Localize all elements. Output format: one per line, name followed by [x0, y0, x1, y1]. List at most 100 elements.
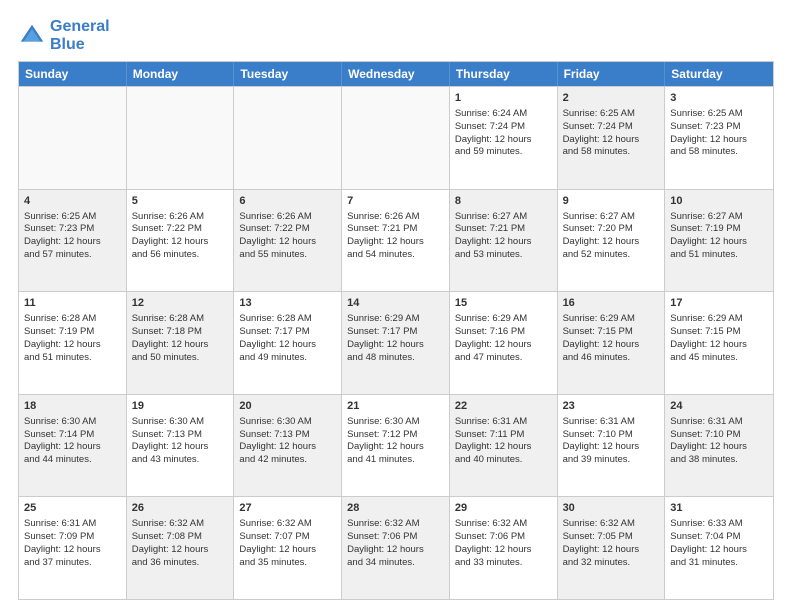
cell-info: Sunrise: 6:30 AM Sunset: 7:12 PM Dayligh…	[347, 416, 444, 467]
calendar-cell: 28 Sunrise: 6:32 AM Sunset: 7:06 PM Dayli…	[342, 497, 450, 599]
calendar-cell: 6Sunrise: 6:26 AM Sunset: 7:22 PM Daylig…	[234, 190, 342, 292]
cell-info: Sunrise: 6:32 AM Sunset: 7:06 PM Dayligh…	[347, 518, 444, 569]
cell-info: Sunrise: 6:29 AM Sunset: 7:15 PM Dayligh…	[670, 313, 768, 364]
weekday-header: Thursday	[450, 62, 558, 86]
cell-info: Sunrise: 6:24 AM Sunset: 7:24 PM Dayligh…	[455, 108, 552, 159]
calendar-cell: 24 Sunrise: 6:31 AM Sunset: 7:10 PM Dayli…	[665, 395, 773, 497]
day-number: 12	[132, 296, 229, 311]
calendar-cell: 2Sunrise: 6:25 AM Sunset: 7:24 PM Daylig…	[558, 87, 666, 189]
calendar-cell: 23Sunrise: 6:31 AM Sunset: 7:10 PM Dayli…	[558, 395, 666, 497]
cell-info: Sunrise: 6:26 AM Sunset: 7:22 PM Dayligh…	[132, 211, 229, 262]
day-number: 15	[455, 296, 552, 311]
day-number: 11	[24, 296, 121, 311]
calendar-cell: 7 Sunrise: 6:26 AM Sunset: 7:21 PM Daylig…	[342, 190, 450, 292]
calendar-cell: 10Sunrise: 6:27 AM Sunset: 7:19 PM Dayli…	[665, 190, 773, 292]
cell-info: Sunrise: 6:32 AM Sunset: 7:05 PM Dayligh…	[563, 518, 660, 569]
cell-info: Sunrise: 6:30 AM Sunset: 7:13 PM Dayligh…	[239, 416, 336, 467]
logo: General Blue	[18, 18, 110, 53]
calendar-cell: 5 Sunrise: 6:26 AM Sunset: 7:22 PM Daylig…	[127, 190, 235, 292]
calendar-cell: 15 Sunrise: 6:29 AM Sunset: 7:16 PM Dayli…	[450, 292, 558, 394]
day-number: 18	[24, 399, 121, 414]
cell-info: Sunrise: 6:31 AM Sunset: 7:09 PM Dayligh…	[24, 518, 121, 569]
calendar-cell: 30 Sunrise: 6:32 AM Sunset: 7:05 PM Dayli…	[558, 497, 666, 599]
day-number: 22	[455, 399, 552, 414]
cell-info: Sunrise: 6:25 AM Sunset: 7:23 PM Dayligh…	[670, 108, 768, 159]
calendar-cell: 1 Sunrise: 6:24 AM Sunset: 7:24 PM Daylig…	[450, 87, 558, 189]
calendar-cell: 11 Sunrise: 6:28 AM Sunset: 7:19 PM Dayli…	[19, 292, 127, 394]
day-number: 17	[670, 296, 768, 311]
day-number: 1	[455, 91, 552, 106]
day-number: 28	[347, 501, 444, 516]
calendar-cell: 8 Sunrise: 6:27 AM Sunset: 7:21 PM Daylig…	[450, 190, 558, 292]
weekday-header: Sunday	[19, 62, 127, 86]
calendar-cell: 19 Sunrise: 6:30 AM Sunset: 7:13 PM Dayli…	[127, 395, 235, 497]
day-number: 5	[132, 194, 229, 209]
day-number: 30	[563, 501, 660, 516]
cell-info: Sunrise: 6:27 AM Sunset: 7:20 PM Dayligh…	[563, 211, 660, 262]
cell-info: Sunrise: 6:30 AM Sunset: 7:14 PM Dayligh…	[24, 416, 121, 467]
calendar-cell: 9 Sunrise: 6:27 AM Sunset: 7:20 PM Daylig…	[558, 190, 666, 292]
day-number: 20	[239, 399, 336, 414]
cell-info: Sunrise: 6:32 AM Sunset: 7:07 PM Dayligh…	[239, 518, 336, 569]
day-number: 21	[347, 399, 444, 414]
day-number: 2	[563, 91, 660, 106]
weekday-header: Saturday	[665, 62, 773, 86]
cell-info: Sunrise: 6:33 AM Sunset: 7:04 PM Dayligh…	[670, 518, 768, 569]
calendar-cell	[234, 87, 342, 189]
day-number: 24	[670, 399, 768, 414]
calendar-cell: 27 Sunrise: 6:32 AM Sunset: 7:07 PM Dayli…	[234, 497, 342, 599]
calendar-cell: 17 Sunrise: 6:29 AM Sunset: 7:15 PM Dayli…	[665, 292, 773, 394]
day-number: 3	[670, 91, 768, 106]
day-number: 19	[132, 399, 229, 414]
calendar-row: 18 Sunrise: 6:30 AM Sunset: 7:14 PM Dayli…	[19, 394, 773, 497]
day-number: 27	[239, 501, 336, 516]
calendar-row: 25 Sunrise: 6:31 AM Sunset: 7:09 PM Dayli…	[19, 496, 773, 599]
logo-text: General Blue	[50, 18, 110, 53]
calendar-cell: 25 Sunrise: 6:31 AM Sunset: 7:09 PM Dayli…	[19, 497, 127, 599]
day-number: 16	[563, 296, 660, 311]
calendar-cell: 14Sunrise: 6:29 AM Sunset: 7:17 PM Dayli…	[342, 292, 450, 394]
cell-info: Sunrise: 6:25 AM Sunset: 7:23 PM Dayligh…	[24, 211, 121, 262]
cell-info: Sunrise: 6:28 AM Sunset: 7:18 PM Dayligh…	[132, 313, 229, 364]
cell-info: Sunrise: 6:30 AM Sunset: 7:13 PM Dayligh…	[132, 416, 229, 467]
header: General Blue	[18, 18, 774, 53]
cell-info: Sunrise: 6:26 AM Sunset: 7:21 PM Dayligh…	[347, 211, 444, 262]
day-number: 26	[132, 501, 229, 516]
calendar-cell: 31Sunrise: 6:33 AM Sunset: 7:04 PM Dayli…	[665, 497, 773, 599]
cell-info: Sunrise: 6:28 AM Sunset: 7:19 PM Dayligh…	[24, 313, 121, 364]
calendar-cell: 21 Sunrise: 6:30 AM Sunset: 7:12 PM Dayli…	[342, 395, 450, 497]
day-number: 13	[239, 296, 336, 311]
calendar-cell: 18 Sunrise: 6:30 AM Sunset: 7:14 PM Dayli…	[19, 395, 127, 497]
weekday-header: Tuesday	[234, 62, 342, 86]
day-number: 8	[455, 194, 552, 209]
calendar-header: SundayMondayTuesdayWednesdayThursdayFrid…	[19, 62, 773, 86]
day-number: 25	[24, 501, 121, 516]
calendar-cell	[342, 87, 450, 189]
day-number: 7	[347, 194, 444, 209]
weekday-header: Friday	[558, 62, 666, 86]
calendar-cell: 3 Sunrise: 6:25 AM Sunset: 7:23 PM Daylig…	[665, 87, 773, 189]
day-number: 9	[563, 194, 660, 209]
cell-info: Sunrise: 6:28 AM Sunset: 7:17 PM Dayligh…	[239, 313, 336, 364]
day-number: 29	[455, 501, 552, 516]
cell-info: Sunrise: 6:32 AM Sunset: 7:08 PM Dayligh…	[132, 518, 229, 569]
calendar-cell: 29 Sunrise: 6:32 AM Sunset: 7:06 PM Dayli…	[450, 497, 558, 599]
weekday-header: Wednesday	[342, 62, 450, 86]
day-number: 14	[347, 296, 444, 311]
cell-info: Sunrise: 6:31 AM Sunset: 7:10 PM Dayligh…	[563, 416, 660, 467]
weekday-header: Monday	[127, 62, 235, 86]
calendar: SundayMondayTuesdayWednesdayThursdayFrid…	[18, 61, 774, 600]
cell-info: Sunrise: 6:32 AM Sunset: 7:06 PM Dayligh…	[455, 518, 552, 569]
calendar-cell: 20 Sunrise: 6:30 AM Sunset: 7:13 PM Dayli…	[234, 395, 342, 497]
cell-info: Sunrise: 6:29 AM Sunset: 7:16 PM Dayligh…	[455, 313, 552, 364]
logo-icon	[18, 22, 46, 50]
day-number: 6	[239, 194, 336, 209]
calendar-cell	[127, 87, 235, 189]
cell-info: Sunrise: 6:27 AM Sunset: 7:21 PM Dayligh…	[455, 211, 552, 262]
day-number: 10	[670, 194, 768, 209]
cell-info: Sunrise: 6:31 AM Sunset: 7:10 PM Dayligh…	[670, 416, 768, 467]
calendar-row: 1 Sunrise: 6:24 AM Sunset: 7:24 PM Daylig…	[19, 86, 773, 189]
calendar-cell: 13 Sunrise: 6:28 AM Sunset: 7:17 PM Dayli…	[234, 292, 342, 394]
calendar-cell: 16Sunrise: 6:29 AM Sunset: 7:15 PM Dayli…	[558, 292, 666, 394]
calendar-cell: 4Sunrise: 6:25 AM Sunset: 7:23 PM Daylig…	[19, 190, 127, 292]
